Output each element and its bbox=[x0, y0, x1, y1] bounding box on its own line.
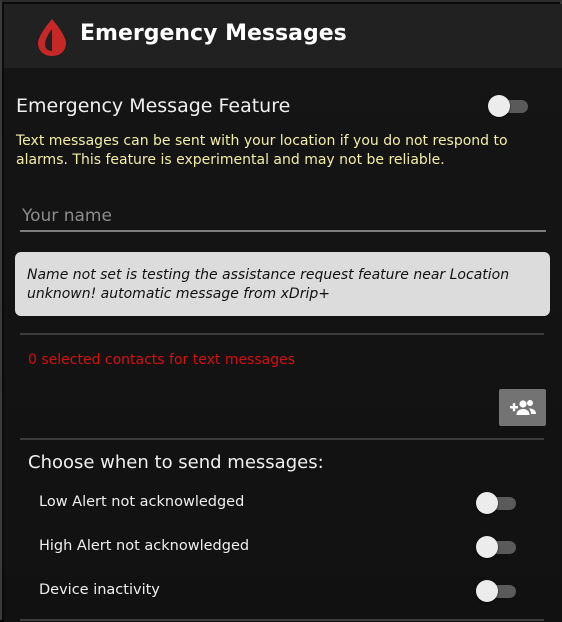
blood-drop-icon bbox=[38, 19, 66, 56]
low-alert-toggle[interactable] bbox=[476, 492, 516, 514]
settings-content: Emergency Message Feature Text messages … bbox=[4, 68, 562, 622]
app-bar: Emergency Messages bbox=[4, 4, 562, 68]
divider bbox=[20, 438, 544, 440]
device-inactivity-label: Device inactivity bbox=[39, 582, 160, 598]
device-inactivity-row[interactable]: Device inactivity bbox=[6, 571, 562, 611]
low-alert-label: Low Alert not acknowledged bbox=[39, 494, 245, 510]
feature-toggle-switch[interactable] bbox=[488, 95, 528, 117]
add-contact-icon bbox=[510, 400, 536, 415]
switch-thumb bbox=[476, 580, 498, 602]
high-alert-row[interactable]: High Alert not acknowledged bbox=[6, 527, 562, 567]
add-contact-button[interactable] bbox=[499, 389, 546, 426]
low-alert-row[interactable]: Low Alert not acknowledged bbox=[6, 483, 562, 523]
your-name-input[interactable] bbox=[20, 202, 546, 232]
selected-contacts-status[interactable]: 0 selected contacts for text messages bbox=[28, 352, 295, 368]
page-title: Emergency Messages bbox=[80, 21, 347, 46]
device-inactivity-toggle[interactable] bbox=[476, 580, 516, 602]
switch-thumb bbox=[476, 536, 498, 558]
feature-toggle-label: Emergency Message Feature bbox=[16, 95, 291, 117]
message-preview: Name not set is testing the assistance r… bbox=[15, 252, 550, 316]
app-window: Emergency Messages Emergency Message Fea… bbox=[0, 0, 562, 622]
high-alert-label: High Alert not acknowledged bbox=[39, 538, 250, 554]
switch-thumb bbox=[488, 95, 510, 117]
divider bbox=[20, 333, 544, 335]
high-alert-toggle[interactable] bbox=[476, 536, 516, 558]
switch-thumb bbox=[476, 492, 498, 514]
feature-description: Text messages can be sent with your loca… bbox=[16, 133, 508, 168]
triggers-section-title: Choose when to send messages: bbox=[28, 452, 324, 473]
divider bbox=[20, 619, 544, 621]
